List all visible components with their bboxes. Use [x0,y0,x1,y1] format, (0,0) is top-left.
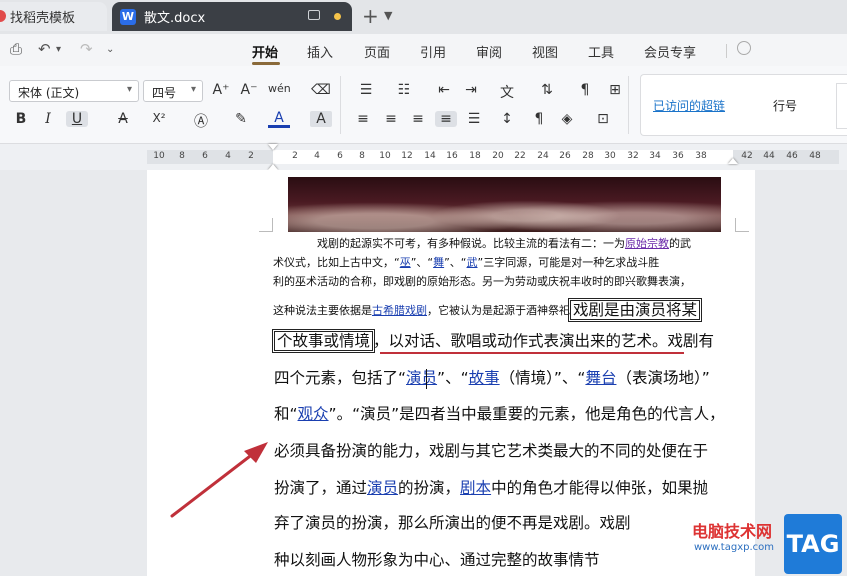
watermark-tag-logo: TAG [784,514,842,574]
red-arrow-annotation [170,442,268,518]
watermark-site-name: 电脑技术网 [692,522,773,541]
watermark-url: www.tagxp.com [694,542,774,553]
watermark: 电脑技术网 www.tagxp.com TAG [680,512,847,576]
